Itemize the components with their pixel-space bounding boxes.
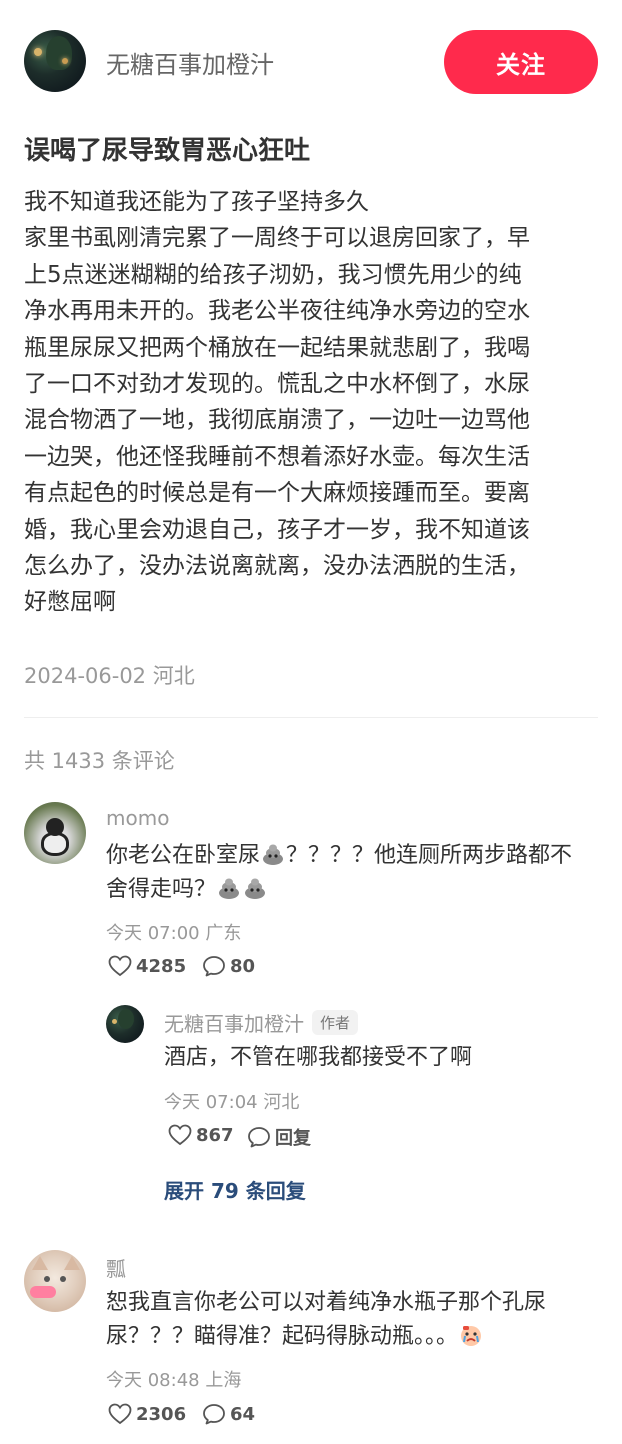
reply-count: 64: [230, 1403, 256, 1425]
divider: [24, 717, 598, 718]
post-body-line: 上5点迷迷糊糊的给孩子沏奶，我习惯先用少的纯: [24, 261, 522, 288]
post-body-line: 怎么办了，没办法说离就离，没办法洒脱的生活，: [24, 553, 530, 580]
like-button[interactable]: 4285: [108, 955, 186, 977]
reply-location: 河北: [263, 1092, 300, 1113]
comment-meta: 今天 08:48 上海: [106, 1366, 241, 1392]
reply-label: 回复: [275, 1128, 311, 1149]
post-date: 2024-06-02: [24, 664, 147, 688]
post-body-line: 婚，我心里会劝退自己，孩子才一岁，我不知道该: [24, 516, 530, 543]
comment-bubble-icon: [203, 956, 225, 977]
post-location: 河北: [152, 664, 195, 688]
follow-button[interactable]: 关注: [444, 30, 598, 94]
comment-count: 共 1433 条评论: [24, 749, 175, 773]
reply-meta: 今天 07:04 河北: [164, 1088, 299, 1114]
post-body-line: 好憋屈啊: [24, 589, 116, 616]
post-body-line: 了一口不对劲才发现的。慌乱之中水杯倒了，水尿: [24, 371, 530, 398]
comment-text[interactable]: 你老公在卧室尿 ？？？？他连厕所两步路都不 舍得走吗？: [106, 839, 598, 907]
post-body-line: 一边哭，他还怪我睡前不想着添好水壶。每次生活: [24, 443, 530, 470]
comment-location: 广东: [205, 923, 242, 944]
post-body-line: 瓶里尿尿又把两个桶放在一起结果就悲剧了，我喝: [24, 334, 530, 361]
reply-time: 今天 07:04: [164, 1092, 258, 1113]
expand-replies-link[interactable]: 展开 79 条回复: [164, 1175, 306, 1204]
comment-meta: 今天 07:00 广东: [106, 919, 241, 945]
reply-text[interactable]: 酒店，不管在哪我都接受不了啊: [164, 1041, 598, 1075]
comment-line: 尿？？？瞄得准？起码得脉动瓶。。。: [106, 1320, 598, 1354]
crying-face-icon: [461, 1326, 482, 1346]
heart-icon: [108, 1403, 132, 1425]
post-body-line: 家里书虱刚清完累了一周终于可以退房回家了，早: [24, 225, 530, 252]
heart-icon: [108, 955, 132, 977]
post-body-line: 我不知道我还能为了孩子坚持多久: [24, 189, 369, 215]
comment-location: 上海: [205, 1370, 242, 1391]
poop-emoji-icon: [245, 878, 266, 899]
comment-line: 恕我直言你老公可以对着纯净水瓶子那个孔尿: [106, 1290, 547, 1315]
author-badge: 作者: [312, 1010, 359, 1035]
reply-button[interactable]: 80: [202, 955, 255, 977]
commenter-avatar[interactable]: [24, 1250, 86, 1312]
comment-line: 舍得走吗？: [106, 873, 598, 907]
like-count: 2306: [136, 1403, 187, 1425]
comment-time: 今天 07:00: [106, 923, 200, 944]
commenter-name[interactable]: 瓢: [106, 1253, 126, 1282]
post-body-line: 有点起色的时候总是有一个大麻烦接踵而至。要离: [24, 480, 530, 507]
like-count: 4285: [136, 955, 187, 977]
comment-bubble-icon: [203, 1404, 225, 1425]
comment-time: 今天 08:48: [106, 1370, 200, 1391]
reply-reply-button[interactable]: 回复: [247, 1124, 311, 1150]
post-body: 我不知道我还能为了孩子坚持多久 家里书虱刚清完累了一周终于可以退房回家了，早 上…: [24, 184, 598, 621]
poop-emoji-icon: [219, 878, 240, 899]
author-avatar[interactable]: [24, 30, 86, 92]
author-name[interactable]: 无糖百事加橙汁: [106, 45, 274, 80]
heart-icon: [168, 1124, 192, 1146]
reply-author-name[interactable]: 无糖百事加橙汁: [164, 1012, 304, 1036]
reply-author-name-row: 无糖百事加橙汁 作者: [164, 1008, 359, 1037]
comment-bubble-icon: [248, 1127, 270, 1148]
comment-text[interactable]: 恕我直言你老公可以对着纯净水瓶子那个孔尿 尿？？？瞄得准？起码得脉动瓶。。。: [106, 1286, 598, 1354]
commenter-name[interactable]: momo: [106, 806, 169, 830]
reply-count: 80: [230, 955, 256, 977]
reply-like-button[interactable]: 867: [168, 1124, 234, 1146]
like-button[interactable]: 2306: [108, 1403, 186, 1425]
post-body-line: 混合物洒了一地，我彻底崩溃了，一边吐一边骂他: [24, 407, 530, 434]
comment-line: 你老公在卧室尿 ？？？？他连厕所两步路都不: [106, 843, 573, 868]
post-title: 误喝了尿导致胃恶心狂吐: [24, 136, 311, 166]
poop-emoji-icon: [263, 844, 284, 865]
reply-author-avatar[interactable]: [106, 1005, 144, 1043]
commenter-avatar[interactable]: [24, 802, 86, 864]
post-body-line: 净水再用未开的。我老公半夜往纯净水旁边的空水: [24, 298, 530, 325]
post-meta: 2024-06-02 河北: [24, 660, 195, 690]
reply-button[interactable]: 64: [202, 1403, 255, 1425]
reply-like-count: 867: [196, 1124, 234, 1146]
